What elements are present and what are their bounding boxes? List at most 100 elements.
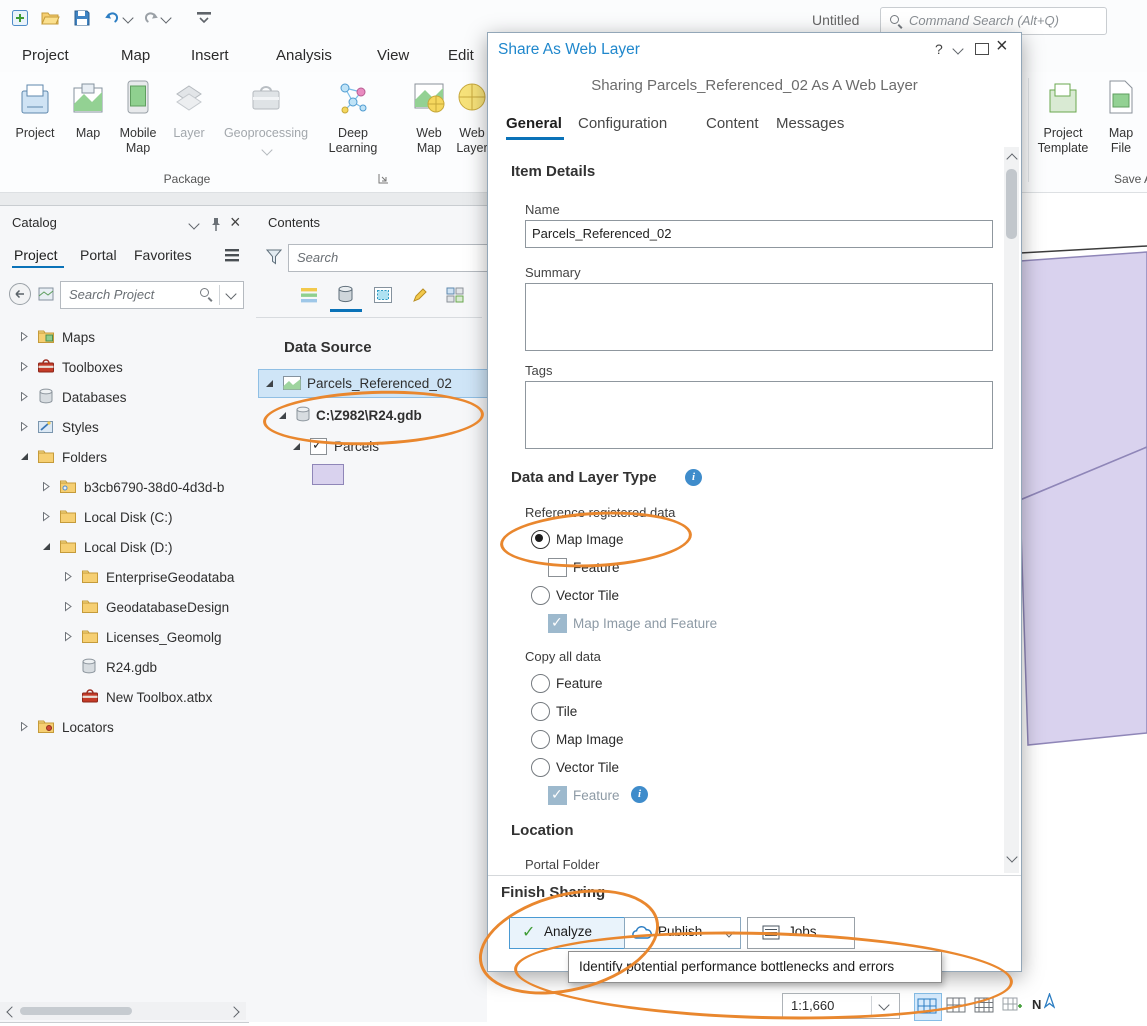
expander-icon[interactable] [20, 392, 29, 402]
grid-plus-icon[interactable] [1002, 997, 1022, 1016]
tab-analysis[interactable]: Analysis [276, 47, 332, 64]
float-icon[interactable] [975, 43, 989, 55]
scroll-right-icon[interactable] [228, 1006, 240, 1018]
catalog-item-local-disk-d[interactable]: Local Disk (D:) [0, 533, 248, 561]
catalog-tab-project[interactable]: Project [14, 247, 58, 263]
map-image-radio[interactable] [531, 530, 550, 549]
catalog-item-new-toolbox[interactable]: New Toolbox.atbx [0, 683, 248, 711]
catalog-item-local-disk-c[interactable]: Local Disk (C:) [0, 503, 248, 531]
north-arrow-icon[interactable] [1043, 992, 1056, 1012]
catalog-close-icon[interactable]: × [230, 212, 241, 233]
scale-chevron-icon[interactable] [878, 999, 890, 1011]
expander-icon[interactable] [20, 422, 29, 432]
copy-feature-radio[interactable] [531, 674, 550, 693]
drawing-order-icon[interactable] [300, 287, 318, 307]
tab-edit[interactable]: Edit [448, 47, 474, 64]
ribbon-project-template-label[interactable]: Project Template [1028, 126, 1098, 156]
redo-icon[interactable] [142, 10, 159, 28]
expander-icon[interactable] [42, 542, 51, 552]
expander-icon[interactable] [64, 602, 73, 612]
expander-icon[interactable] [265, 379, 274, 389]
tab-project[interactable]: Project [22, 47, 69, 64]
scale-dropdown[interactable]: 1:1,660 [782, 993, 900, 1019]
expander-icon[interactable] [64, 632, 73, 642]
dialog-launcher-icon[interactable] [378, 172, 389, 187]
ribbon-web-map-label[interactable]: Web Map [407, 126, 451, 156]
publish-button[interactable]: Publish [624, 917, 723, 949]
grid-tool-3-icon[interactable] [974, 997, 994, 1016]
catalog-search-dropdown-icon[interactable] [225, 288, 237, 300]
scroll-thumb[interactable] [20, 1007, 132, 1015]
save-project-icon[interactable] [72, 8, 92, 31]
labeling-icon[interactable] [446, 287, 464, 306]
tab-view[interactable]: View [377, 47, 409, 64]
selection-icon[interactable] [374, 287, 392, 306]
expander-icon[interactable] [20, 452, 29, 462]
filter-icon[interactable] [265, 249, 283, 268]
catalog-item-guid-folder[interactable]: b3cb6790-38d0-4d3d-b [0, 473, 248, 501]
name-input[interactable]: Parcels_Referenced_02 [525, 220, 993, 248]
dialog-chevron-down-icon[interactable] [952, 43, 964, 55]
catalog-item-licenses-geomolg[interactable]: Licenses_Geomolg [0, 623, 248, 651]
pin-icon[interactable] [210, 217, 222, 235]
info-icon[interactable]: i [631, 786, 648, 803]
tags-input[interactable] [525, 381, 993, 449]
catalog-item-maps[interactable]: Maps [0, 323, 248, 351]
summary-input[interactable] [525, 283, 993, 351]
dialog-tab-messages[interactable]: Messages [776, 115, 844, 132]
new-project-icon[interactable] [10, 8, 30, 31]
redo-dropdown-icon[interactable] [160, 12, 172, 24]
catalog-tab-portal[interactable]: Portal [80, 247, 117, 263]
expander-icon[interactable] [42, 482, 51, 492]
expander-icon[interactable] [20, 362, 29, 372]
vector-tile-radio[interactable] [531, 586, 550, 605]
parcels-row[interactable]: Parcels [248, 433, 487, 460]
editing-icon[interactable] [412, 287, 428, 306]
copy-vector-tile-radio[interactable] [531, 758, 550, 777]
dialog-tab-general[interactable]: General [506, 115, 562, 132]
dialog-scrollbar[interactable] [1004, 147, 1019, 873]
publish-dropdown[interactable] [720, 917, 741, 949]
catalog-hscrollbar[interactable] [0, 1002, 246, 1020]
catalog-item-toolboxes[interactable]: Toolboxes [0, 353, 248, 381]
expander-icon[interactable] [20, 332, 29, 342]
expander-icon[interactable] [20, 722, 29, 732]
catalog-item-styles[interactable]: Styles [0, 413, 248, 441]
ribbon-project-label[interactable]: Project [13, 126, 57, 141]
parcels-symbol-swatch[interactable] [312, 464, 344, 485]
dialog-tab-configuration[interactable]: Configuration [578, 115, 667, 132]
catalog-search-input[interactable]: Search Project [60, 281, 244, 309]
back-icon[interactable] [8, 282, 32, 309]
home-icon[interactable] [38, 287, 54, 304]
catalog-item-geodatabasedesign[interactable]: GeodatabaseDesign [0, 593, 248, 621]
catalog-tab-favorites[interactable]: Favorites [134, 247, 192, 263]
contents-search-input[interactable]: Search [288, 244, 488, 272]
feature-checkbox[interactable] [548, 558, 567, 577]
layer-row-selected[interactable]: Parcels_Referenced_02 [258, 369, 489, 398]
dialog-scroll-thumb[interactable] [1006, 169, 1017, 239]
command-search[interactable]: Command Search (Alt+Q) [880, 7, 1107, 35]
catalog-item-enterprisegeodata[interactable]: EnterpriseGeodataba [0, 563, 248, 591]
grid-tool-selected[interactable] [914, 993, 942, 1021]
expander-icon[interactable] [292, 442, 301, 452]
catalog-item-folders[interactable]: Folders [0, 443, 248, 471]
north-label[interactable]: N [1032, 997, 1041, 1012]
grid-tool-2-icon[interactable] [946, 997, 966, 1016]
help-icon[interactable]: ? [935, 41, 943, 57]
copy-map-image-radio[interactable] [531, 730, 550, 749]
ribbon-map-label[interactable]: Map [70, 126, 106, 141]
customize-toolbar-icon[interactable] [196, 11, 212, 29]
ribbon-map-file-label[interactable]: Map File [1098, 126, 1144, 156]
catalog-item-locators[interactable]: Locators [0, 713, 248, 741]
dialog-close-icon[interactable]: × [996, 35, 1008, 58]
expander-icon[interactable] [42, 512, 51, 522]
gdb-row[interactable]: C:\Z982\R24.gdb [248, 402, 487, 429]
info-icon[interactable]: i [685, 469, 702, 486]
expander-icon[interactable] [64, 572, 73, 582]
tab-map[interactable]: Map [121, 47, 150, 64]
scroll-down-icon[interactable] [1006, 851, 1018, 863]
catalog-chevron-down-icon[interactable] [188, 218, 200, 230]
scroll-left-icon[interactable] [6, 1006, 18, 1018]
open-project-icon[interactable] [40, 8, 60, 31]
ribbon-mobile-map-label[interactable]: Mobile Map [112, 126, 164, 156]
